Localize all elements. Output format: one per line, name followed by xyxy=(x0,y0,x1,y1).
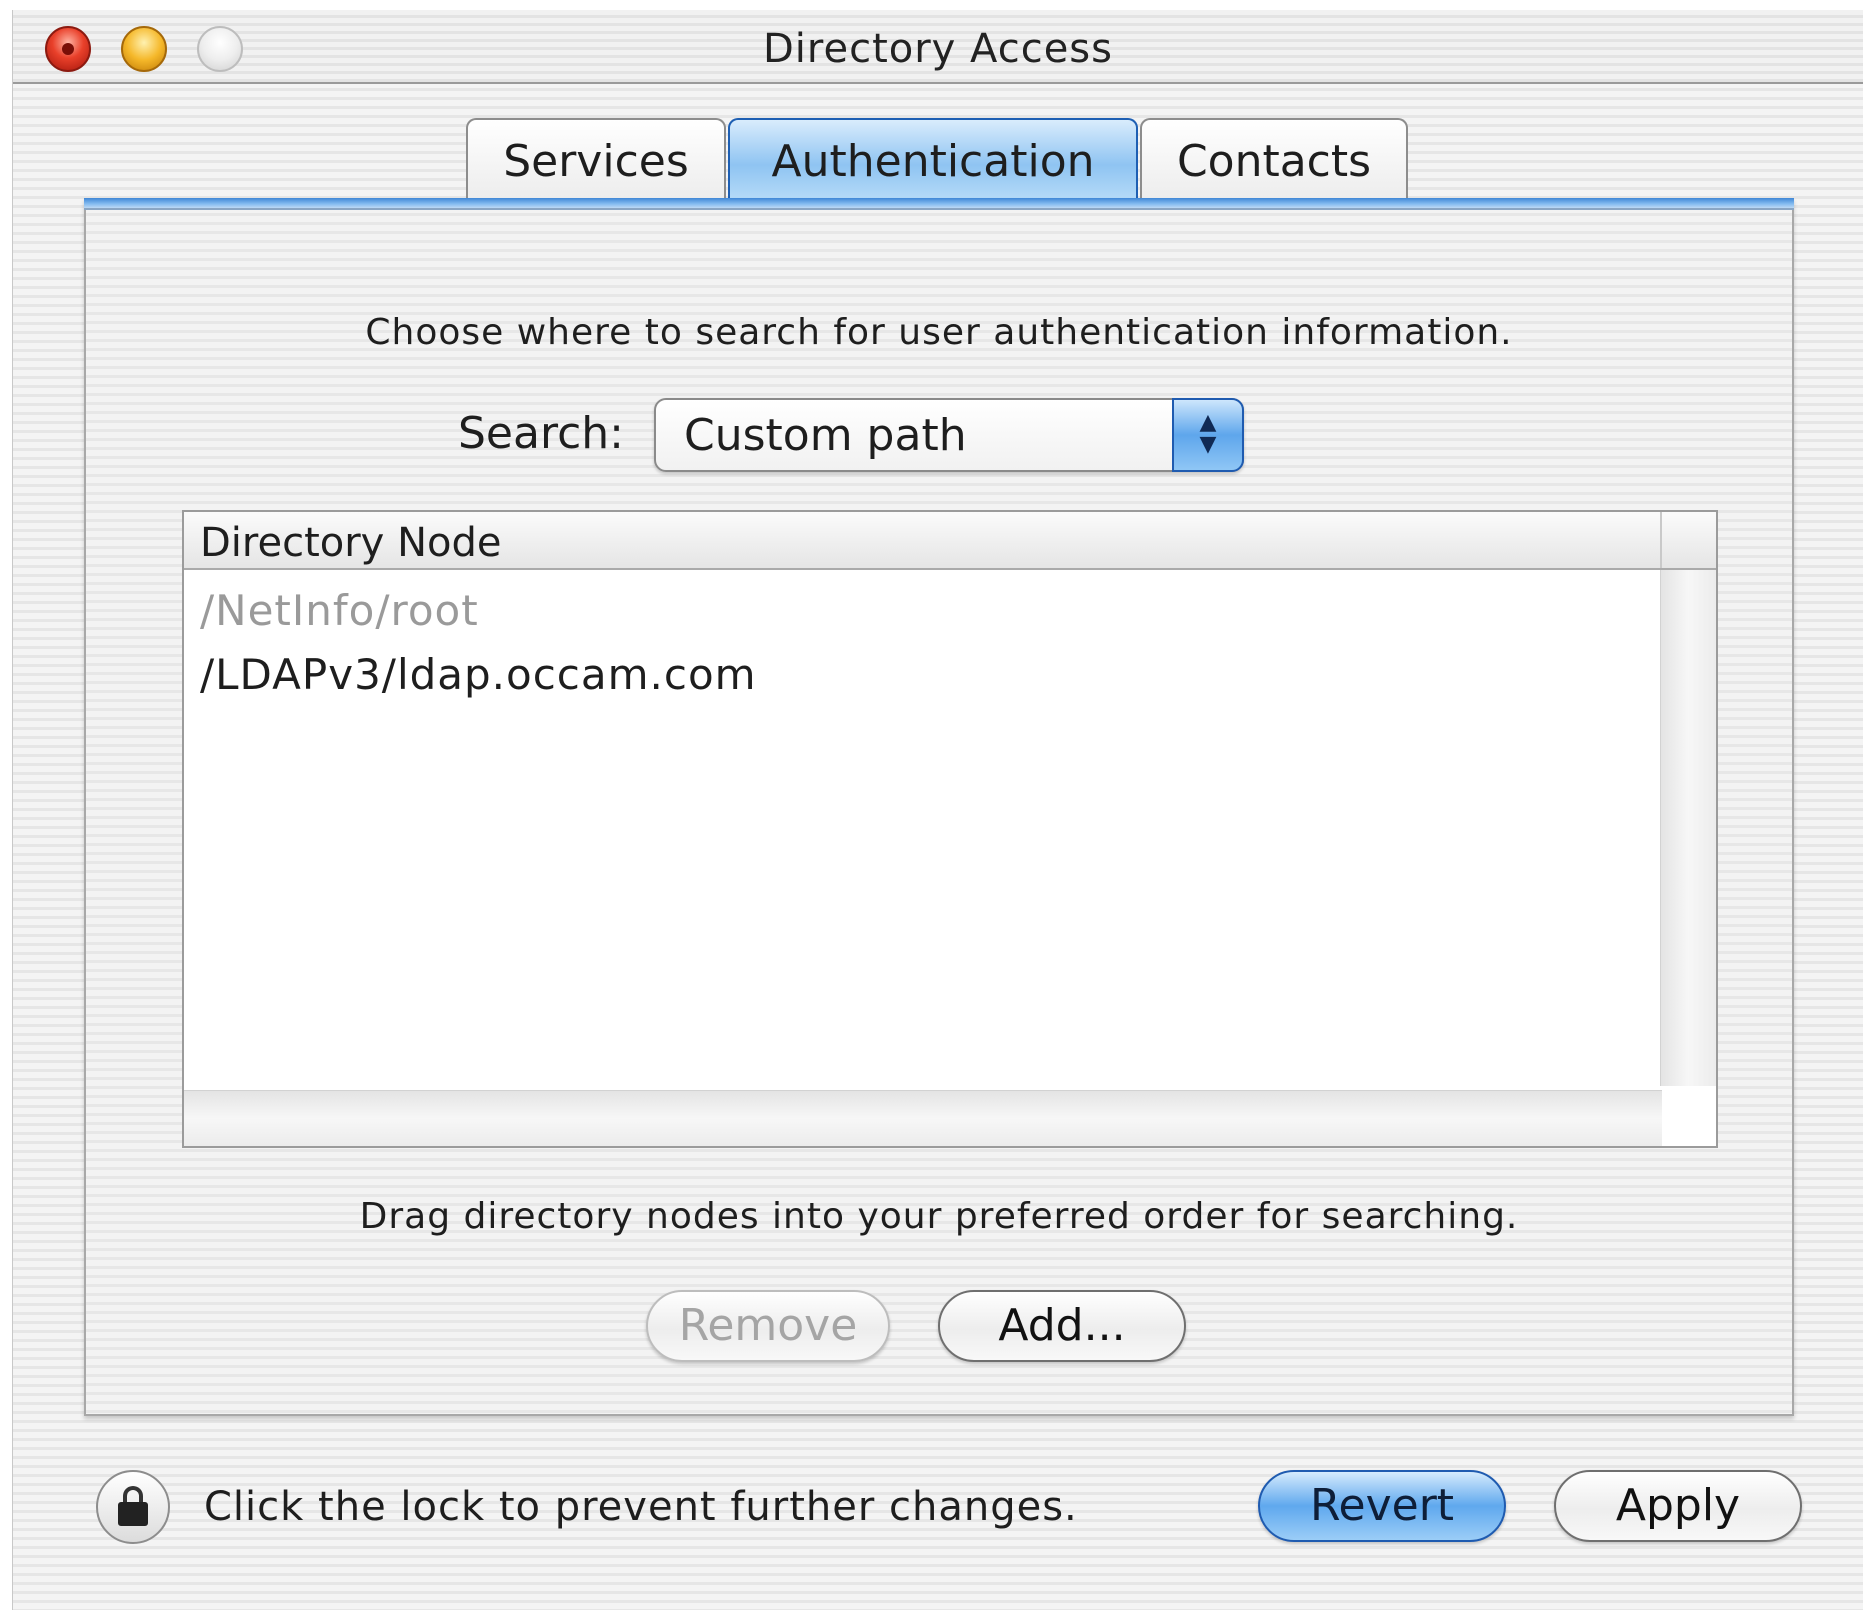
instruction-text: Choose where to search for user authenti… xyxy=(365,312,1513,353)
apply-button[interactable]: Apply xyxy=(1554,1470,1802,1542)
horizontal-scrollbar[interactable] xyxy=(184,1090,1662,1146)
table-row[interactable]: /NetInfo/root xyxy=(200,586,479,635)
tab-authentication[interactable]: Authentication xyxy=(728,118,1138,202)
lock-icon[interactable] xyxy=(96,1470,170,1544)
search-popup[interactable]: Custom path ▲ ▼ xyxy=(654,398,1244,472)
directory-node-table[interactable]: Directory Node /NetInfo/root /LDAPv3/lda… xyxy=(182,510,1718,1148)
window-title: Directory Access xyxy=(762,26,1113,72)
drag-instruction-text: Drag directory nodes into your preferred… xyxy=(359,1196,1519,1237)
header-corner xyxy=(1660,512,1716,568)
vertical-scrollbar[interactable] xyxy=(1660,570,1716,1086)
remove-button[interactable]: Remove xyxy=(646,1290,890,1362)
up-down-arrows-icon[interactable]: ▲ ▼ xyxy=(1172,398,1244,472)
column-header-directory-node[interactable]: Directory Node xyxy=(200,520,501,566)
tab-services[interactable]: Services xyxy=(466,118,726,202)
search-label: Search: xyxy=(458,408,624,459)
lock-body xyxy=(118,1502,148,1526)
revert-button[interactable]: Revert xyxy=(1258,1470,1506,1542)
tab-contacts[interactable]: Contacts xyxy=(1140,118,1408,202)
table-row[interactable]: /LDAPv3/ldap.occam.com xyxy=(200,650,757,699)
lock-status-text: Click the lock to prevent further change… xyxy=(204,1484,1078,1530)
tab-panel-divider xyxy=(84,198,1794,210)
add-button[interactable]: Add... xyxy=(938,1290,1186,1362)
title-bar[interactable]: Directory Access xyxy=(13,10,1863,84)
search-popup-value: Custom path xyxy=(684,410,967,461)
table-header: Directory Node xyxy=(184,512,1716,570)
